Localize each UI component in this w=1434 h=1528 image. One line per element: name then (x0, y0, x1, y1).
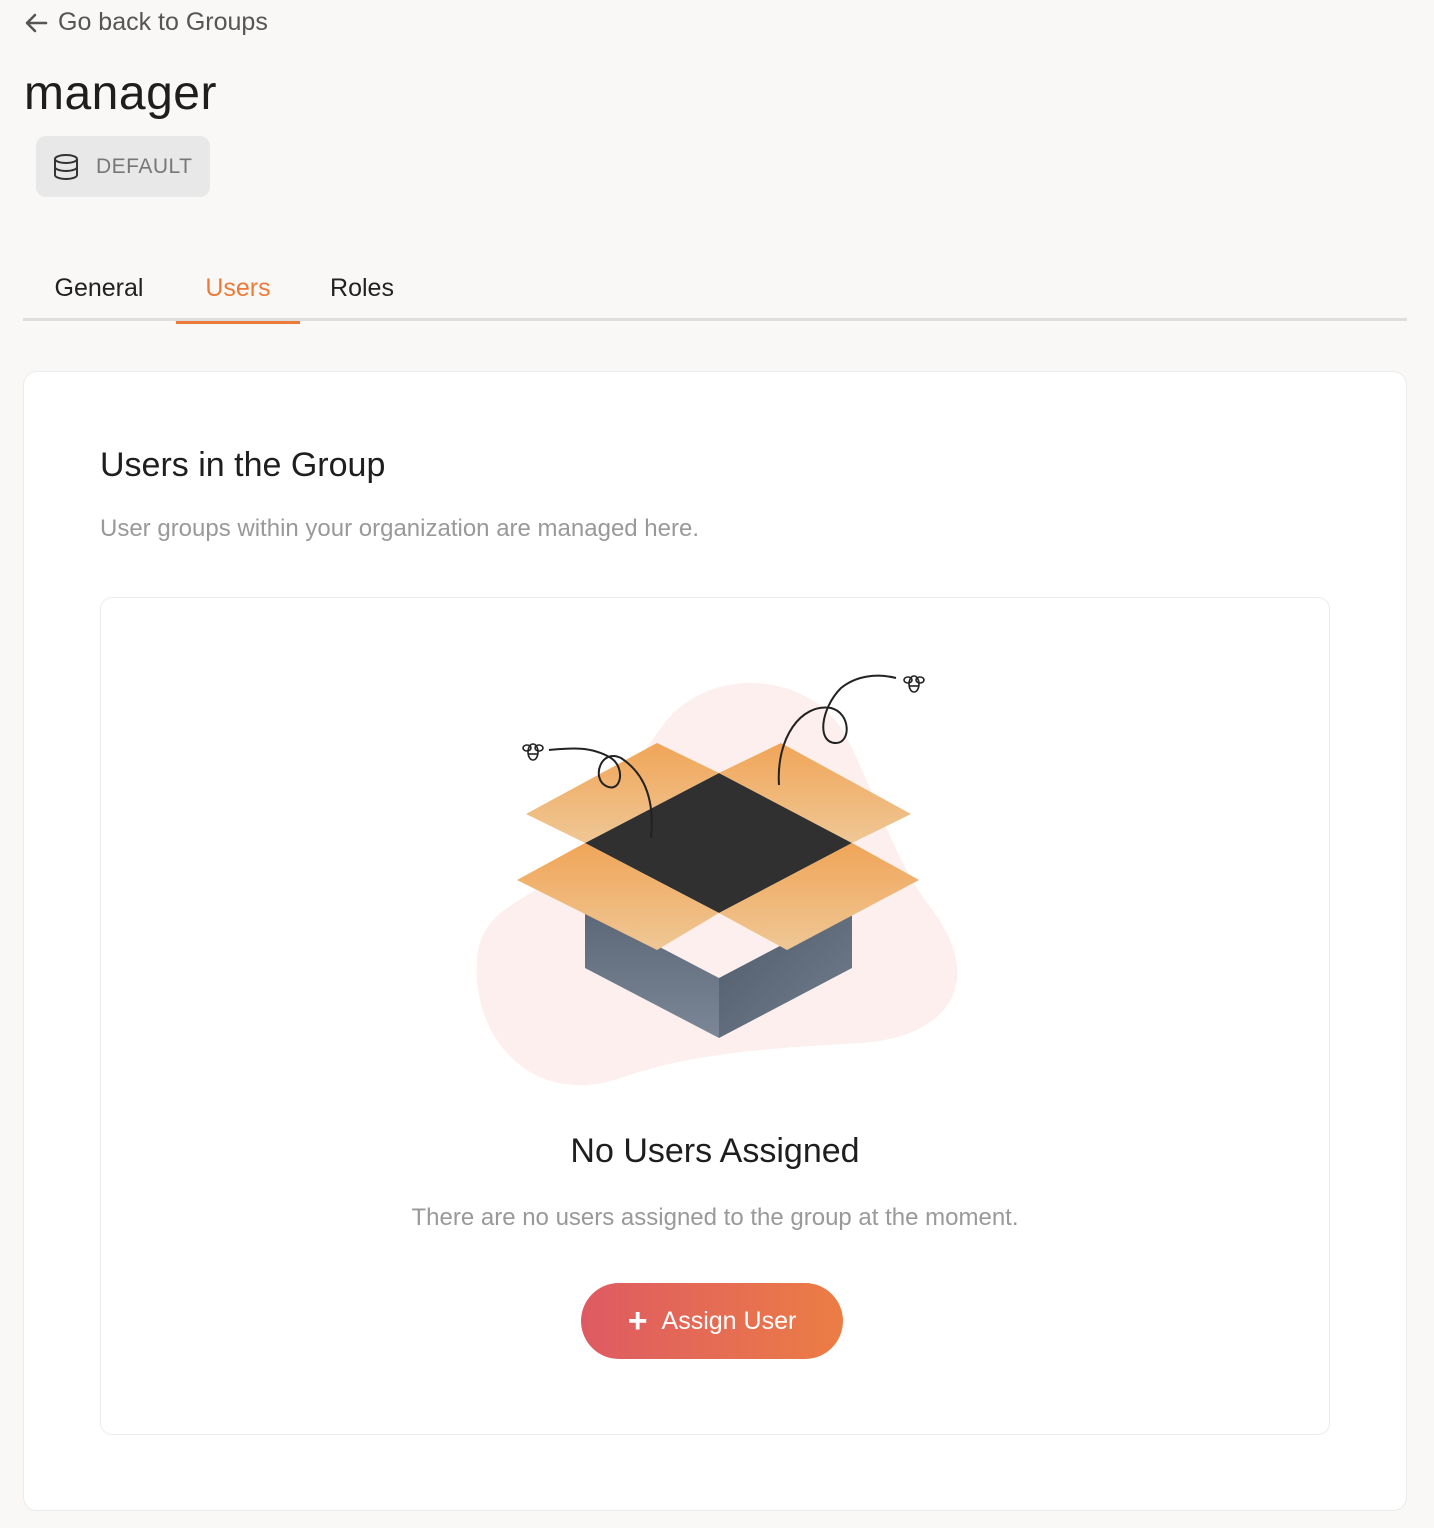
empty-state: No Users Assigned There are no users ass… (100, 597, 1330, 1435)
arrow-left-icon (25, 13, 48, 32)
empty-state-title: No Users Assigned (570, 1132, 860, 1170)
realm-label: DEFAULT (96, 154, 193, 178)
group-detail-page: Go back to Groups manager DEFAULT Genera… (0, 0, 1434, 1528)
assign-user-label: Assign User (661, 1306, 797, 1335)
back-to-groups-link[interactable]: Go back to Groups (24, 8, 268, 37)
assign-user-button[interactable]: + Assign User (581, 1283, 843, 1359)
tab-general[interactable]: General (23, 255, 175, 321)
page-title: manager (24, 67, 217, 120)
database-icon (54, 153, 78, 180)
tab-bar: General Users Roles (23, 255, 1407, 324)
card-description: User groups within your organization are… (100, 515, 700, 542)
tab-roles[interactable]: Roles (300, 255, 424, 321)
card-title: Users in the Group (100, 446, 386, 484)
back-link-label: Go back to Groups (58, 8, 268, 36)
open-box-illustration (476, 674, 958, 1086)
users-card: Users in the Group User groups within yo… (23, 371, 1407, 1511)
realm-badge: DEFAULT (36, 136, 210, 197)
plus-icon: + (627, 1302, 648, 1340)
tab-users[interactable]: Users (176, 255, 300, 324)
empty-state-description: There are no users assigned to the group… (411, 1204, 1019, 1231)
